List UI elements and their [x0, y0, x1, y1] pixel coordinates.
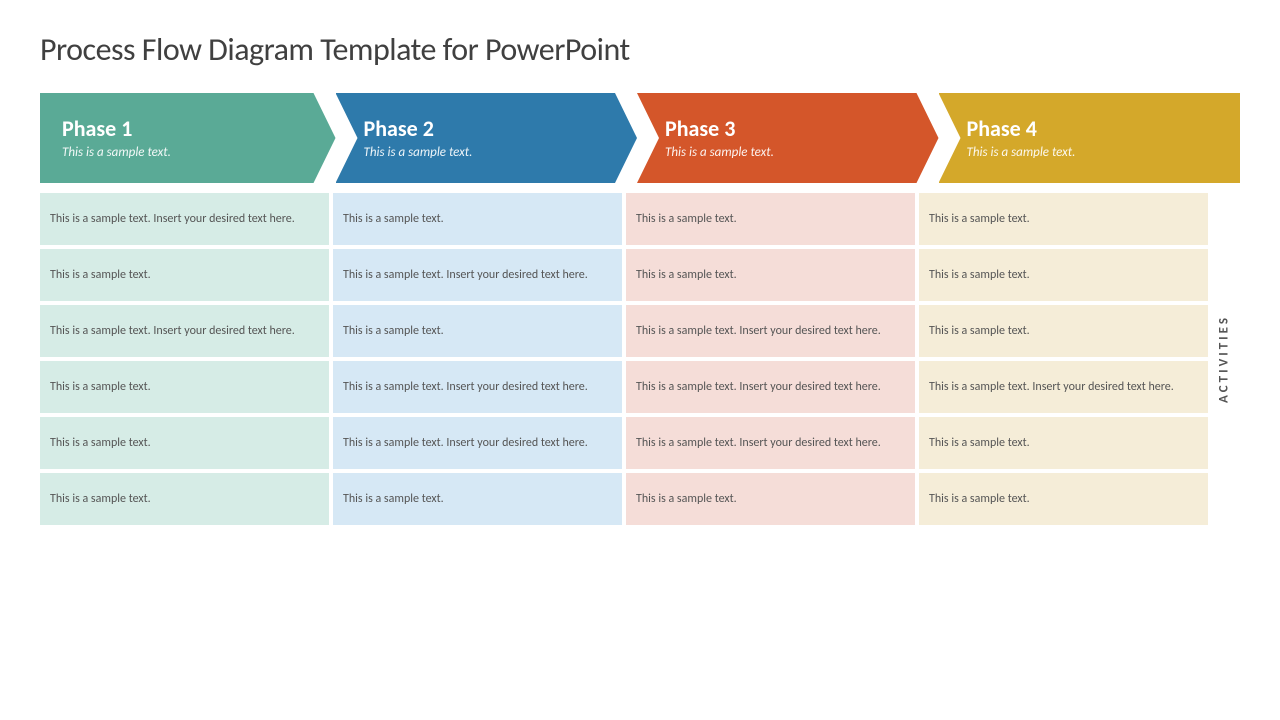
- page-title: Process Flow Diagram Template for PowerP…: [40, 30, 1240, 69]
- activities-grid: This is a sample text. Insert your desir…: [40, 193, 1208, 525]
- table-row: This is a sample text.: [919, 305, 1208, 357]
- table-row: This is a sample text.: [626, 193, 915, 245]
- phase3-title: Phase 3: [665, 116, 919, 142]
- table-row: This is a sample text.: [40, 249, 329, 301]
- phase1-arrow: Phase 1 This is a sample text.: [40, 93, 336, 183]
- phase3-subtitle: This is a sample text.: [665, 145, 919, 160]
- table-row: This is a sample text. Insert your desir…: [40, 305, 329, 357]
- table-row: This is a sample text.: [333, 305, 622, 357]
- table-row: This is a sample text.: [40, 361, 329, 413]
- table-row: This is a sample text.: [626, 473, 915, 525]
- phase4-arrow: Phase 4 This is a sample text.: [939, 93, 1241, 183]
- table-row: This is a sample text.: [333, 473, 622, 525]
- table-row: This is a sample text. Insert your desir…: [626, 361, 915, 413]
- diagram-container: Phase 1 This is a sample text. Phase 2 T…: [40, 93, 1240, 525]
- phase4-title: Phase 4: [967, 116, 1221, 142]
- table-row: This is a sample text. Insert your desir…: [919, 361, 1208, 413]
- activities-wrapper: This is a sample text. Insert your desir…: [40, 193, 1240, 525]
- phase4-subtitle: This is a sample text.: [967, 145, 1221, 160]
- phase2-title: Phase 2: [364, 116, 618, 142]
- table-row: This is a sample text.: [919, 249, 1208, 301]
- table-row: This is a sample text.: [919, 473, 1208, 525]
- table-row: This is a sample text. Insert your desir…: [626, 305, 915, 357]
- table-row: This is a sample text. Insert your desir…: [626, 417, 915, 469]
- table-row: This is a sample text.: [40, 417, 329, 469]
- table-row: This is a sample text.: [919, 417, 1208, 469]
- table-row: This is a sample text. Insert your desir…: [333, 361, 622, 413]
- activities-label: ACTIVITIES: [1208, 193, 1240, 525]
- table-row: This is a sample text. Insert your desir…: [333, 417, 622, 469]
- phase3-arrow: Phase 3 This is a sample text.: [637, 93, 939, 183]
- phase1-subtitle: This is a sample text.: [62, 145, 316, 160]
- table-row: This is a sample text.: [626, 249, 915, 301]
- table-row: This is a sample text.: [40, 473, 329, 525]
- table-row: This is a sample text.: [919, 193, 1208, 245]
- phase2-arrow: Phase 2 This is a sample text.: [336, 93, 638, 183]
- table-row: This is a sample text. Insert your desir…: [40, 193, 329, 245]
- phase2-subtitle: This is a sample text.: [364, 145, 618, 160]
- phases-row: Phase 1 This is a sample text. Phase 2 T…: [40, 93, 1240, 183]
- table-row: This is a sample text.: [333, 193, 622, 245]
- table-row: This is a sample text. Insert your desir…: [333, 249, 622, 301]
- phase1-title: Phase 1: [62, 116, 316, 142]
